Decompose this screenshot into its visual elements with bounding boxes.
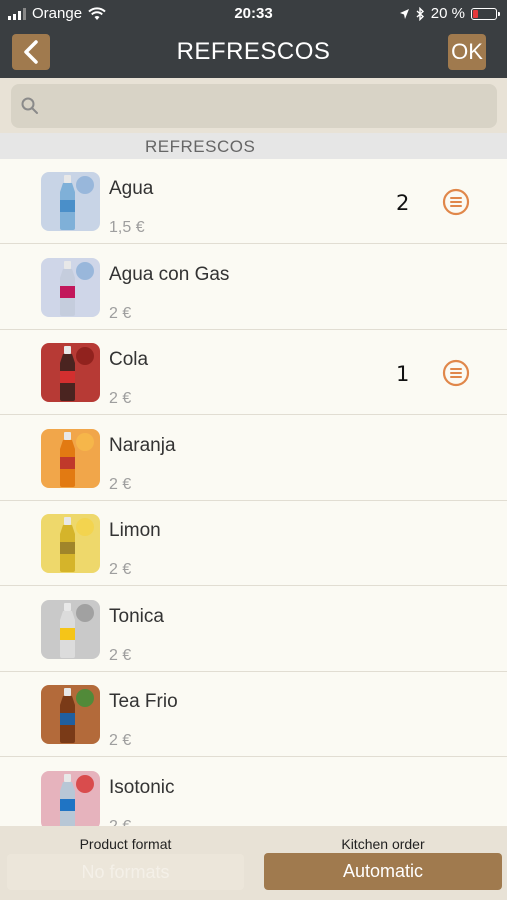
product-row[interactable]: Agua 1,5 € 2 (0, 159, 507, 244)
product-row[interactable]: Agua con Gas 2 € (0, 245, 507, 330)
kitchen-order-button[interactable]: Automatic (264, 853, 502, 890)
product-name: Agua con Gas (109, 264, 230, 285)
product-price: 2 € (109, 561, 132, 578)
product-name: Cola (109, 349, 149, 370)
product-name: Tea Frio (109, 691, 178, 712)
product-image (41, 429, 100, 488)
section-header: REFRESCOS (0, 133, 507, 159)
location-icon (399, 8, 409, 19)
product-format-label: Product format (79, 836, 172, 852)
product-image (41, 685, 100, 744)
product-quantity: 2 (396, 191, 410, 215)
product-price: 2 € (109, 476, 132, 493)
product-image (41, 172, 100, 231)
search-input[interactable] (11, 84, 497, 128)
order-details-icon[interactable] (442, 359, 470, 387)
product-image (41, 771, 100, 826)
battery-percent: 20 % (430, 5, 465, 22)
product-price: 2 € (109, 305, 132, 322)
search-icon (21, 97, 38, 114)
product-format-button[interactable]: No formats (7, 854, 244, 890)
product-name: Naranja (109, 435, 176, 456)
battery-icon (471, 7, 500, 20)
product-row[interactable]: Limon 2 € (0, 501, 507, 586)
nav-bar: REFRESCOS OK (0, 28, 507, 78)
bottom-bar: Product format Kitchen order No formats … (0, 826, 507, 900)
product-name: Agua (109, 178, 154, 199)
product-price: 2 € (109, 818, 131, 826)
product-image (41, 258, 100, 317)
product-price: 2 € (109, 647, 132, 664)
product-name: Tonica (109, 606, 164, 627)
ok-button[interactable]: OK (448, 34, 486, 70)
product-row[interactable]: Cola 2 € 1 (0, 330, 507, 415)
bluetooth-icon (416, 6, 424, 21)
product-row[interactable]: Isotonic 2 € (0, 758, 507, 826)
kitchen-order-label: Kitchen order (341, 836, 425, 852)
product-quantity: 1 (396, 362, 410, 386)
search-bar (0, 78, 507, 133)
product-name: Limon (109, 520, 161, 541)
page-title: REFRESCOS (176, 38, 331, 65)
product-row[interactable]: Tonica 2 € (0, 587, 507, 672)
status-bar: Orange 20:33 20 % (0, 0, 507, 28)
product-row[interactable]: Tea Frio 2 € (0, 672, 507, 757)
order-details-icon[interactable] (442, 188, 470, 216)
product-name: Isotonic (109, 777, 175, 798)
product-image (41, 600, 100, 659)
product-image (41, 514, 100, 573)
product-list[interactable]: Agua 1,5 € 2 Agua con Gas 2 € Cola 2 € 1 Naranja… (0, 159, 507, 826)
product-row[interactable]: Naranja 2 € (0, 416, 507, 501)
product-price: 2 € (109, 390, 132, 407)
product-price: 2 € (109, 732, 132, 749)
product-image (41, 343, 100, 402)
product-price: 1,5 € (109, 219, 145, 236)
